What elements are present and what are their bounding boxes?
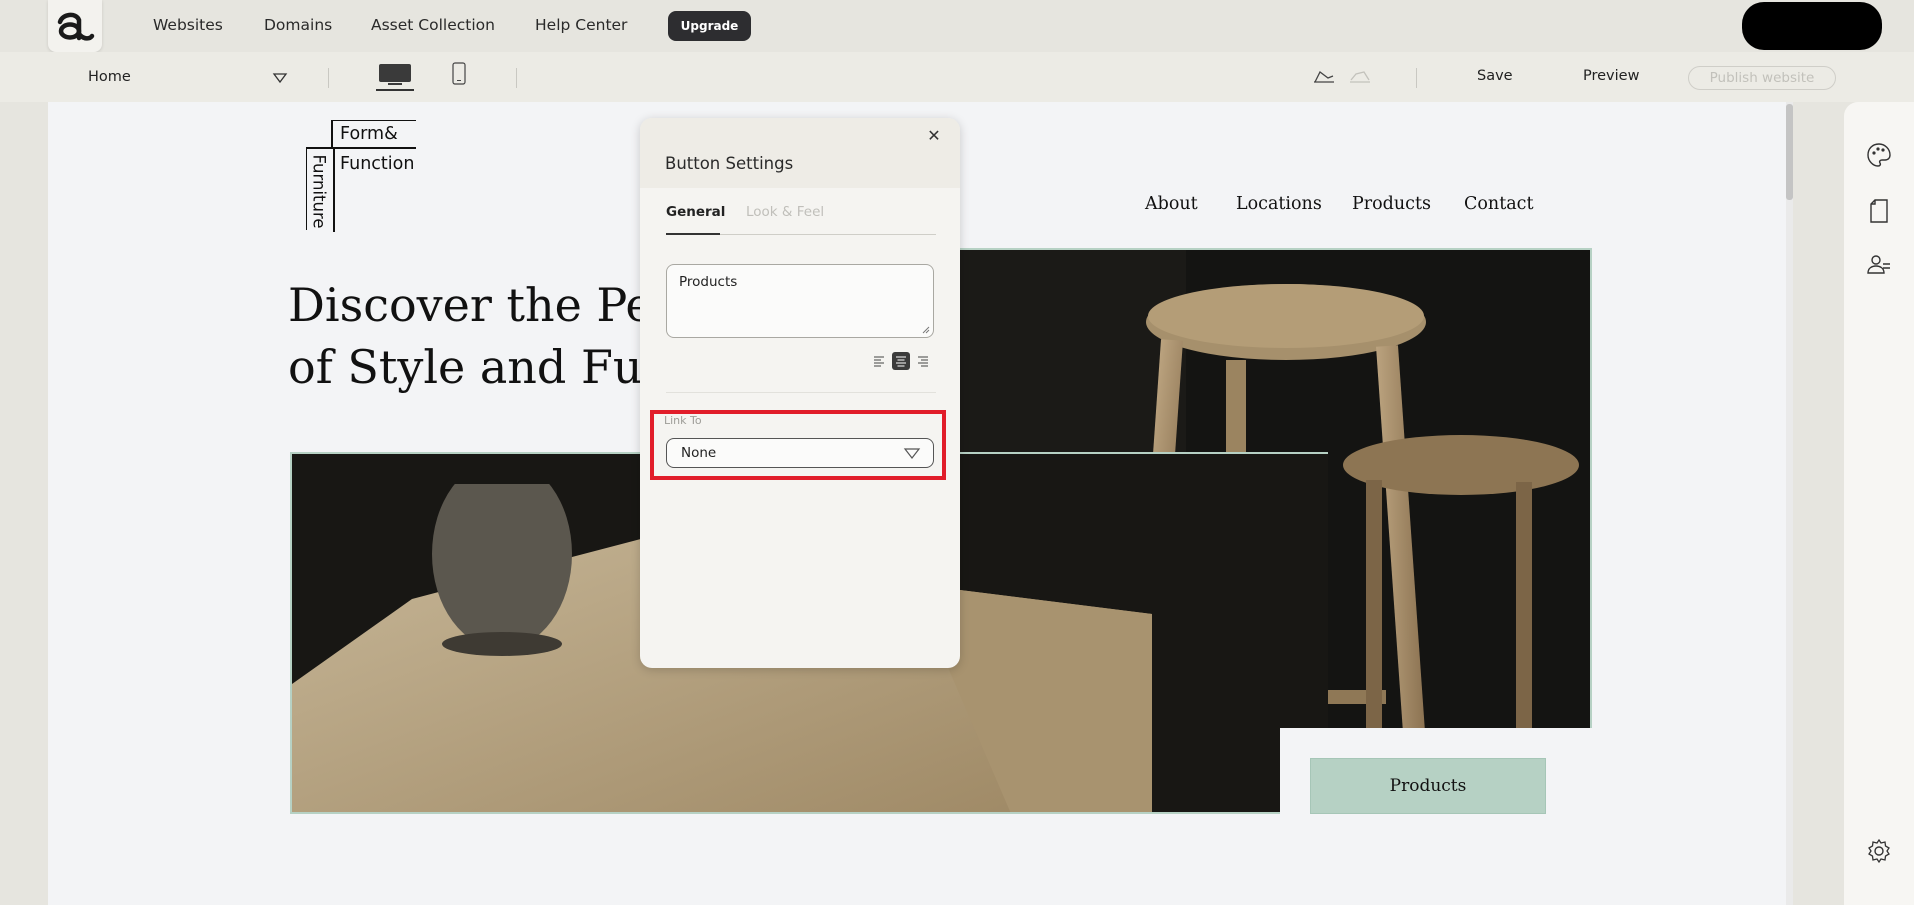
undo-icon[interactable] bbox=[1312, 68, 1336, 86]
align-left-button[interactable] bbox=[870, 352, 888, 370]
page-icon[interactable] bbox=[1866, 198, 1892, 224]
canvas-scroll-thumb[interactable] bbox=[1786, 104, 1793, 200]
divider bbox=[328, 68, 329, 88]
top-navigation-bar: Websites Domains Asset Collection Help C… bbox=[0, 0, 1914, 52]
editor-toolbar: Home Save Preview Publish website bbox=[0, 52, 1914, 102]
page-selector[interactable]: Home bbox=[88, 52, 131, 102]
divider bbox=[516, 68, 517, 88]
desktop-view-icon[interactable] bbox=[376, 62, 414, 92]
app-logo-icon bbox=[57, 12, 95, 41]
logo-text-furniture: Furniture bbox=[309, 154, 329, 229]
align-center-button[interactable] bbox=[892, 352, 910, 370]
panel-title: Button Settings bbox=[665, 154, 794, 173]
nav-websites[interactable]: Websites bbox=[153, 0, 223, 52]
logo-text-function: Function bbox=[340, 154, 415, 174]
users-icon[interactable] bbox=[1866, 252, 1892, 278]
logo-text-form: Form& bbox=[340, 124, 398, 144]
nav-asset-collection[interactable]: Asset Collection bbox=[371, 0, 495, 52]
chevron-down-icon bbox=[903, 448, 921, 459]
site-nav-about[interactable]: About bbox=[1145, 194, 1198, 214]
link-to-select[interactable]: None bbox=[666, 438, 934, 468]
palette-icon[interactable] bbox=[1866, 142, 1892, 168]
align-right-button[interactable] bbox=[914, 352, 932, 370]
button-text-input[interactable]: Products bbox=[666, 264, 934, 338]
section-divider bbox=[666, 392, 936, 393]
hero-title-line-1: Discover the Per bbox=[288, 278, 675, 332]
tab-general[interactable]: General bbox=[666, 204, 725, 220]
panel-header bbox=[640, 118, 960, 188]
save-button[interactable]: Save bbox=[1477, 52, 1513, 102]
button-text-value: Products bbox=[679, 274, 738, 290]
account-avatar-redacted[interactable] bbox=[1742, 2, 1882, 50]
align-center-icon bbox=[896, 356, 906, 367]
gear-icon[interactable] bbox=[1866, 838, 1892, 864]
nav-help-center[interactable]: Help Center bbox=[535, 0, 627, 52]
site-nav-locations[interactable]: Locations bbox=[1236, 194, 1322, 214]
link-to-label: Link To bbox=[664, 414, 702, 427]
site-nav-contact[interactable]: Contact bbox=[1464, 194, 1534, 214]
publish-website-button[interactable]: Publish website bbox=[1688, 66, 1836, 90]
app-logo[interactable] bbox=[48, 0, 102, 52]
active-tab-indicator bbox=[666, 233, 720, 235]
upgrade-button[interactable]: Upgrade bbox=[668, 11, 751, 41]
nav-domains[interactable]: Domains bbox=[264, 0, 332, 52]
preview-button[interactable]: Preview bbox=[1583, 52, 1639, 102]
redo-icon[interactable] bbox=[1348, 68, 1372, 86]
divider bbox=[1416, 68, 1417, 88]
tab-look-and-feel[interactable]: Look & Feel bbox=[746, 204, 824, 220]
link-to-value: None bbox=[681, 445, 717, 461]
chevron-down-icon[interactable] bbox=[272, 72, 288, 84]
hero-title-line-2: of Style and Fun bbox=[288, 340, 673, 394]
resize-handle-icon[interactable] bbox=[922, 326, 930, 334]
hero-title[interactable]: Discover the Per of Style and Fun bbox=[288, 274, 675, 398]
canvas-scrollbar[interactable] bbox=[1786, 102, 1793, 905]
button-settings-panel: Button Settings ✕ General Look & Feel Pr… bbox=[640, 118, 960, 668]
close-icon[interactable]: ✕ bbox=[926, 128, 942, 144]
site-logo[interactable]: Form& Function Furniture bbox=[306, 120, 422, 232]
align-left-icon bbox=[874, 356, 884, 367]
products-cta-button[interactable]: Products bbox=[1310, 758, 1546, 814]
align-right-icon bbox=[918, 356, 928, 367]
site-nav-products[interactable]: Products bbox=[1352, 194, 1431, 214]
mobile-view-icon[interactable] bbox=[451, 62, 467, 86]
right-sidebar bbox=[1844, 102, 1914, 905]
